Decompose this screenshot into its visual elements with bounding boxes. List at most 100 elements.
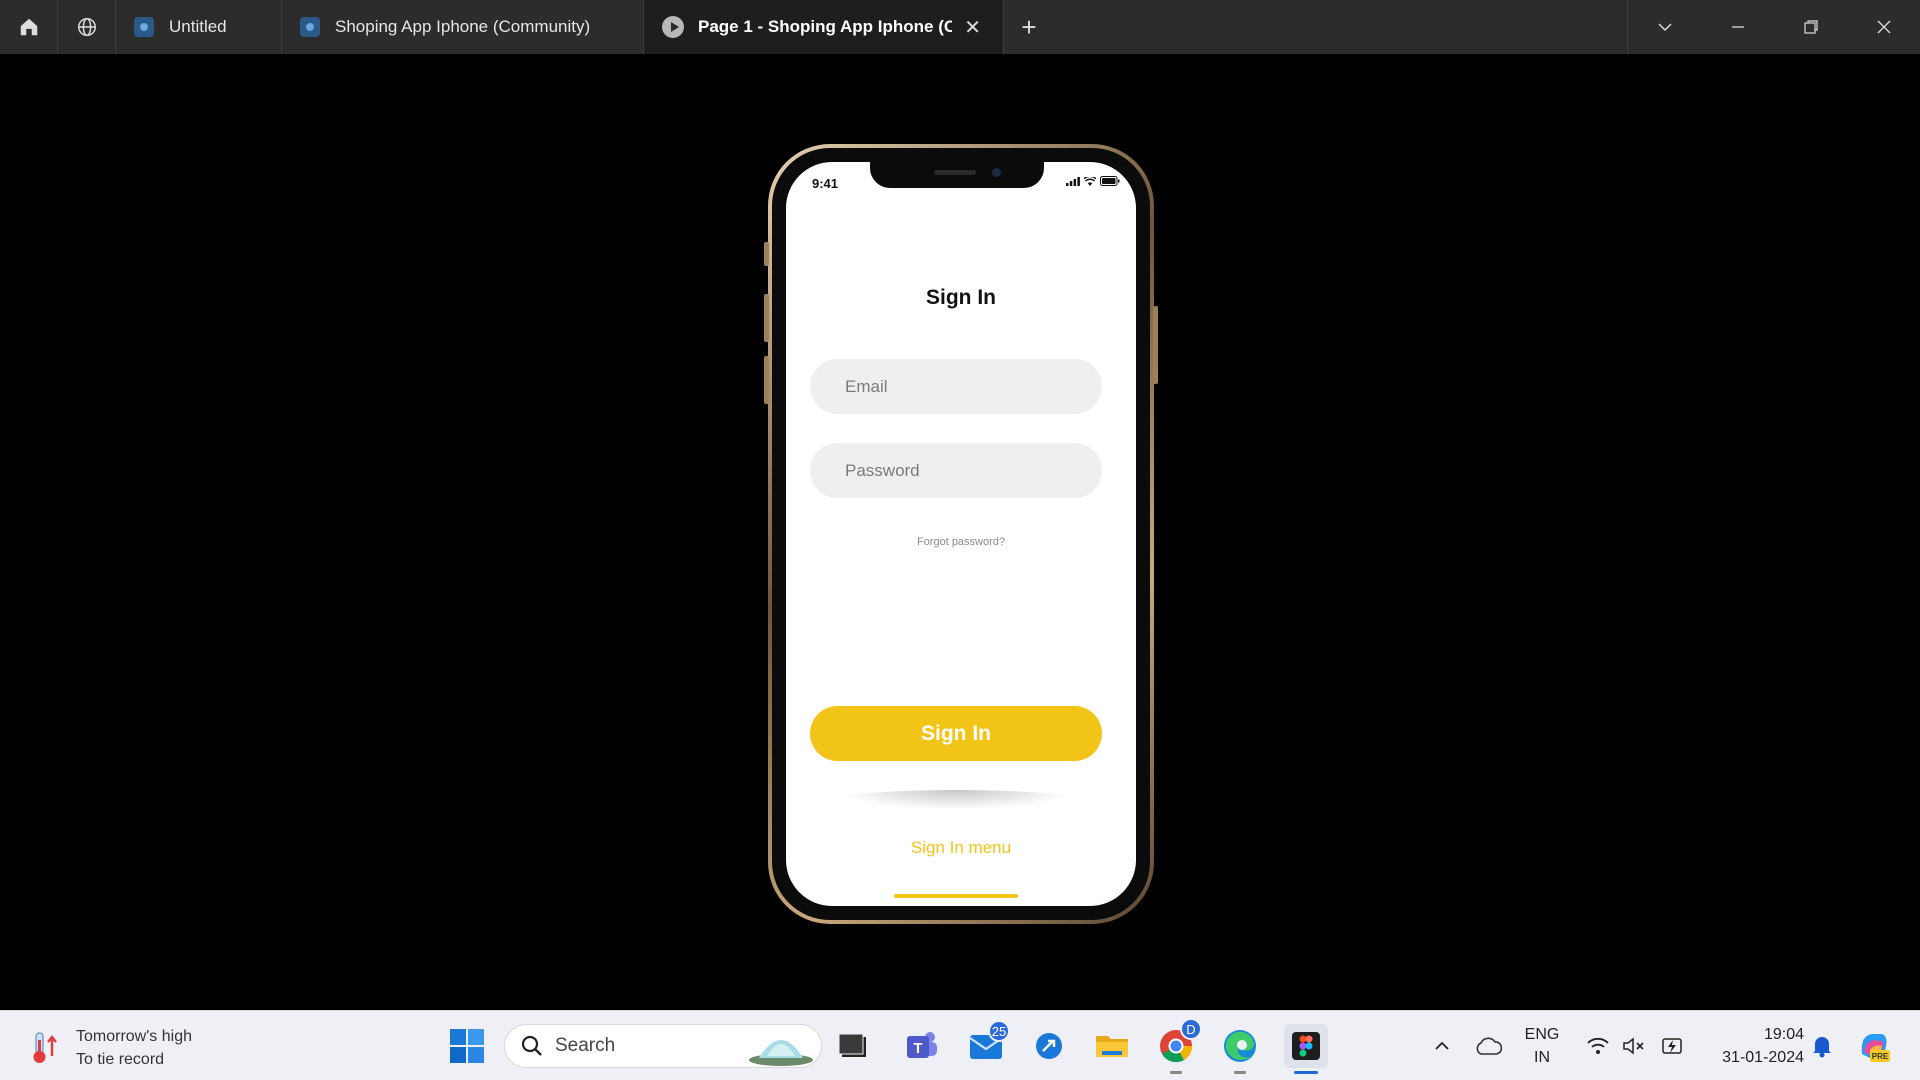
wifi-icon [1587, 1037, 1609, 1054]
svg-text:PRE: PRE [1872, 1052, 1889, 1061]
weather-text: Tomorrow's high To tie record [76, 1025, 192, 1071]
edge-button[interactable] [1220, 1026, 1260, 1074]
battery-charging-icon [1662, 1038, 1682, 1054]
sign-in-menu-link[interactable]: Sign In menu [786, 838, 1136, 858]
file-explorer-button[interactable] [1092, 1026, 1132, 1066]
menu-shadow [836, 790, 1076, 810]
start-button[interactable] [447, 1026, 487, 1066]
figma-button[interactable] [1284, 1024, 1328, 1074]
phone-bezel: 9:41 Sign In Forgot password? Sign In Si… [772, 148, 1150, 920]
edge-icon [1224, 1030, 1256, 1062]
notifications-button[interactable] [1802, 1026, 1842, 1066]
svg-text:T: T [913, 1040, 922, 1057]
notch [870, 162, 1044, 188]
taskbar-search[interactable]: Search [504, 1024, 822, 1068]
prototype-canvas: 9:41 Sign In Forgot password? Sign In Si… [0, 54, 1920, 1010]
status-time: 9:41 [812, 176, 839, 191]
camera [992, 168, 1001, 177]
status-icons [1066, 176, 1120, 186]
search-label: Search [555, 1035, 616, 1056]
volume-button[interactable] [1614, 1026, 1654, 1066]
play-icon [662, 16, 684, 38]
clock-time: 19:04 [1763, 1026, 1804, 1043]
close-tab-icon[interactable]: ✕ [964, 15, 981, 40]
home-indicator [894, 894, 1018, 898]
phone-screen: 9:41 Sign In Forgot password? Sign In Si… [786, 162, 1136, 906]
tab-list-button[interactable] [1628, 0, 1701, 54]
sign-in-button[interactable]: Sign In [810, 706, 1102, 761]
chrome-profile-badge: D [1180, 1018, 1202, 1040]
tab-label: Page 1 - Shoping App Iphone (Com [698, 17, 952, 36]
minimize-icon [1731, 26, 1744, 28]
home-icon [20, 18, 37, 36]
screen-title: Sign In [926, 286, 996, 309]
chrome-button[interactable]: D [1156, 1018, 1202, 1074]
tab-untitled[interactable]: Untitled [116, 0, 282, 54]
password-field[interactable] [810, 443, 1102, 498]
clock-date: 31-01-2024 [1722, 1049, 1804, 1066]
tab-shoping-app-community[interactable]: Shoping App Iphone (Community) [282, 0, 644, 54]
email-field[interactable] [810, 359, 1102, 414]
quick-assist-icon [1036, 1033, 1062, 1059]
folder-icon [1096, 1036, 1128, 1057]
language-indicator[interactable]: ENG IN [1520, 1023, 1564, 1069]
iphone-frame: 9:41 Sign In Forgot password? Sign In Si… [764, 144, 1158, 924]
home-button[interactable] [0, 0, 58, 54]
mail-button[interactable]: 25 [966, 1020, 1010, 1066]
window-controls [1627, 0, 1920, 54]
quick-assist-button[interactable] [1029, 1026, 1069, 1066]
close-window-button[interactable] [1847, 0, 1920, 54]
tab-label: Untitled [169, 17, 227, 36]
active-indicator [1294, 1071, 1318, 1074]
close-icon [1877, 20, 1890, 34]
search-icon [521, 1035, 542, 1056]
battery-button[interactable] [1652, 1026, 1692, 1066]
search-highlight-icon [749, 1040, 813, 1066]
mute-switch [764, 242, 769, 266]
clock[interactable]: 19:04 31-01-2024 [1700, 1023, 1804, 1069]
task-view-button[interactable] [833, 1026, 873, 1066]
show-hidden-icons-button[interactable] [1422, 1026, 1462, 1066]
volume-up-button [764, 294, 769, 342]
chevron-up-icon [1435, 1041, 1449, 1050]
copilot-button[interactable]: PRE [1854, 1026, 1894, 1066]
region-code: IN [1534, 1049, 1550, 1066]
figma-icon [1292, 1032, 1320, 1060]
mail-badge: 25 [988, 1020, 1010, 1042]
network-button[interactable] [1578, 1026, 1618, 1066]
power-button [1153, 306, 1158, 384]
speaker [934, 170, 976, 175]
teams-icon: T [907, 1032, 937, 1058]
weather-widget[interactable]: Tomorrow's high To tie record [28, 1025, 192, 1071]
signal-icon [1066, 176, 1080, 186]
running-indicator [1234, 1071, 1246, 1074]
cloud-icon [1476, 1037, 1502, 1055]
app-titlebar: Untitled Shoping App Iphone (Community) … [0, 0, 1920, 54]
battery-icon [1100, 176, 1120, 186]
windows-logo-icon [450, 1029, 484, 1063]
restore-icon [1803, 20, 1818, 34]
minimize-button[interactable] [1701, 0, 1774, 54]
chevron-down-icon [1657, 23, 1672, 32]
forgot-password-link[interactable]: Forgot password? [786, 536, 1136, 548]
figma-file-icon [300, 17, 320, 37]
tab-label: Shoping App Iphone (Community) [335, 17, 591, 36]
add-tab-button[interactable]: + [1004, 0, 1054, 54]
volume-muted-icon [1623, 1037, 1644, 1055]
windows-taskbar: Tomorrow's high To tie record Search T 2… [0, 1010, 1920, 1080]
globe-icon [77, 18, 96, 36]
language-code: ENG [1524, 1026, 1560, 1043]
copilot-icon: PRE [1861, 1034, 1890, 1062]
teams-button[interactable]: T [901, 1026, 941, 1066]
running-indicator [1170, 1071, 1182, 1074]
restore-button[interactable] [1774, 0, 1847, 54]
onedrive-button[interactable] [1468, 1026, 1508, 1066]
bell-icon [1813, 1037, 1831, 1058]
community-button[interactable] [58, 0, 116, 54]
volume-down-button [764, 356, 769, 404]
wifi-icon [1084, 176, 1096, 186]
tab-page1-prototype[interactable]: Page 1 - Shoping App Iphone (Com ✕ [644, 0, 1004, 54]
thermometer-icon [33, 1032, 57, 1063]
weather-subtitle: To tie record [76, 1051, 165, 1068]
weather-title: Tomorrow's high [76, 1028, 192, 1045]
